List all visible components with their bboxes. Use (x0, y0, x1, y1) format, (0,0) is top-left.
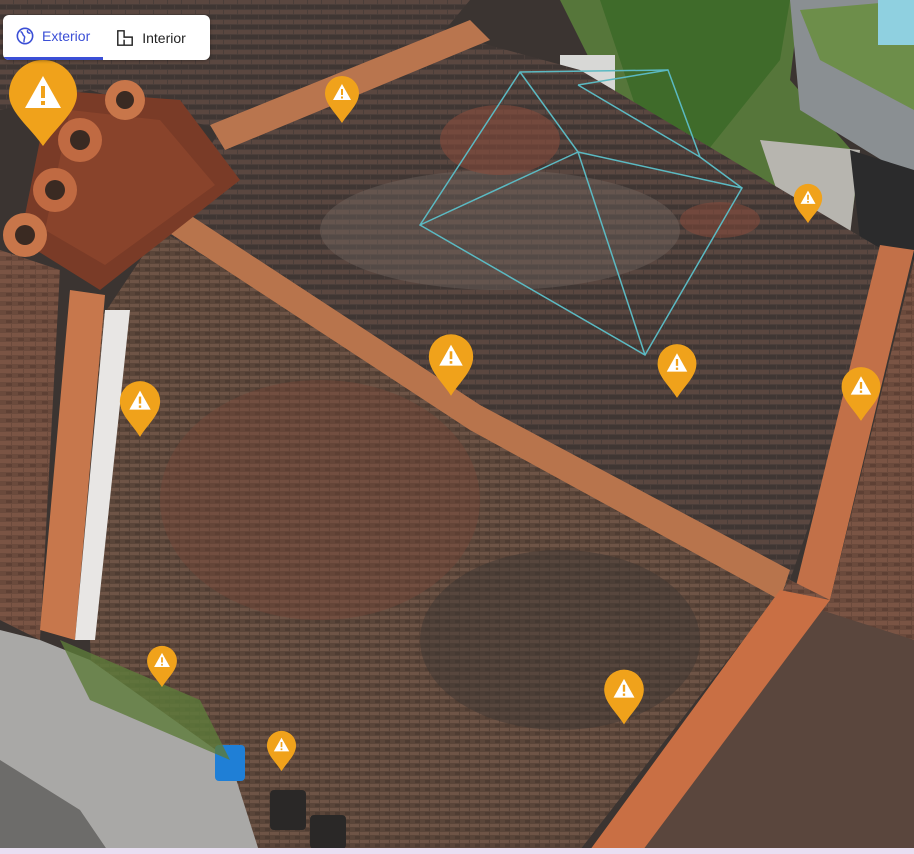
warning-marker[interactable] (656, 343, 698, 399)
warning-marker[interactable] (266, 730, 297, 772)
tab-interior-label: Interior (142, 29, 186, 46)
warning-icon (9, 60, 77, 146)
warning-icon (119, 381, 161, 437)
warning-marker[interactable] (603, 668, 645, 726)
warning-icon (841, 367, 881, 421)
tab-exterior[interactable]: Exterior (3, 15, 104, 60)
warning-marker[interactable] (840, 366, 882, 422)
floorplan-icon (117, 29, 134, 46)
warning-marker[interactable] (146, 645, 178, 688)
warning-icon (325, 76, 359, 123)
warning-marker[interactable] (427, 333, 475, 397)
warning-icon (604, 669, 644, 725)
tab-interior[interactable]: Interior (103, 15, 199, 60)
globe-icon (16, 27, 34, 45)
warning-marker[interactable] (7, 60, 79, 148)
warning-marker[interactable] (324, 75, 360, 124)
warning-icon (793, 183, 823, 224)
bottom-edge (0, 848, 914, 854)
warning-marker[interactable] (793, 183, 823, 224)
warning-icon (147, 645, 177, 688)
tab-exterior-label: Exterior (42, 28, 91, 44)
view-toggle: Exterior Interior (3, 15, 210, 60)
warning-icon (657, 344, 697, 398)
warning-icon (266, 730, 297, 772)
warning-icon (428, 334, 474, 396)
warning-marker[interactable] (118, 380, 162, 438)
